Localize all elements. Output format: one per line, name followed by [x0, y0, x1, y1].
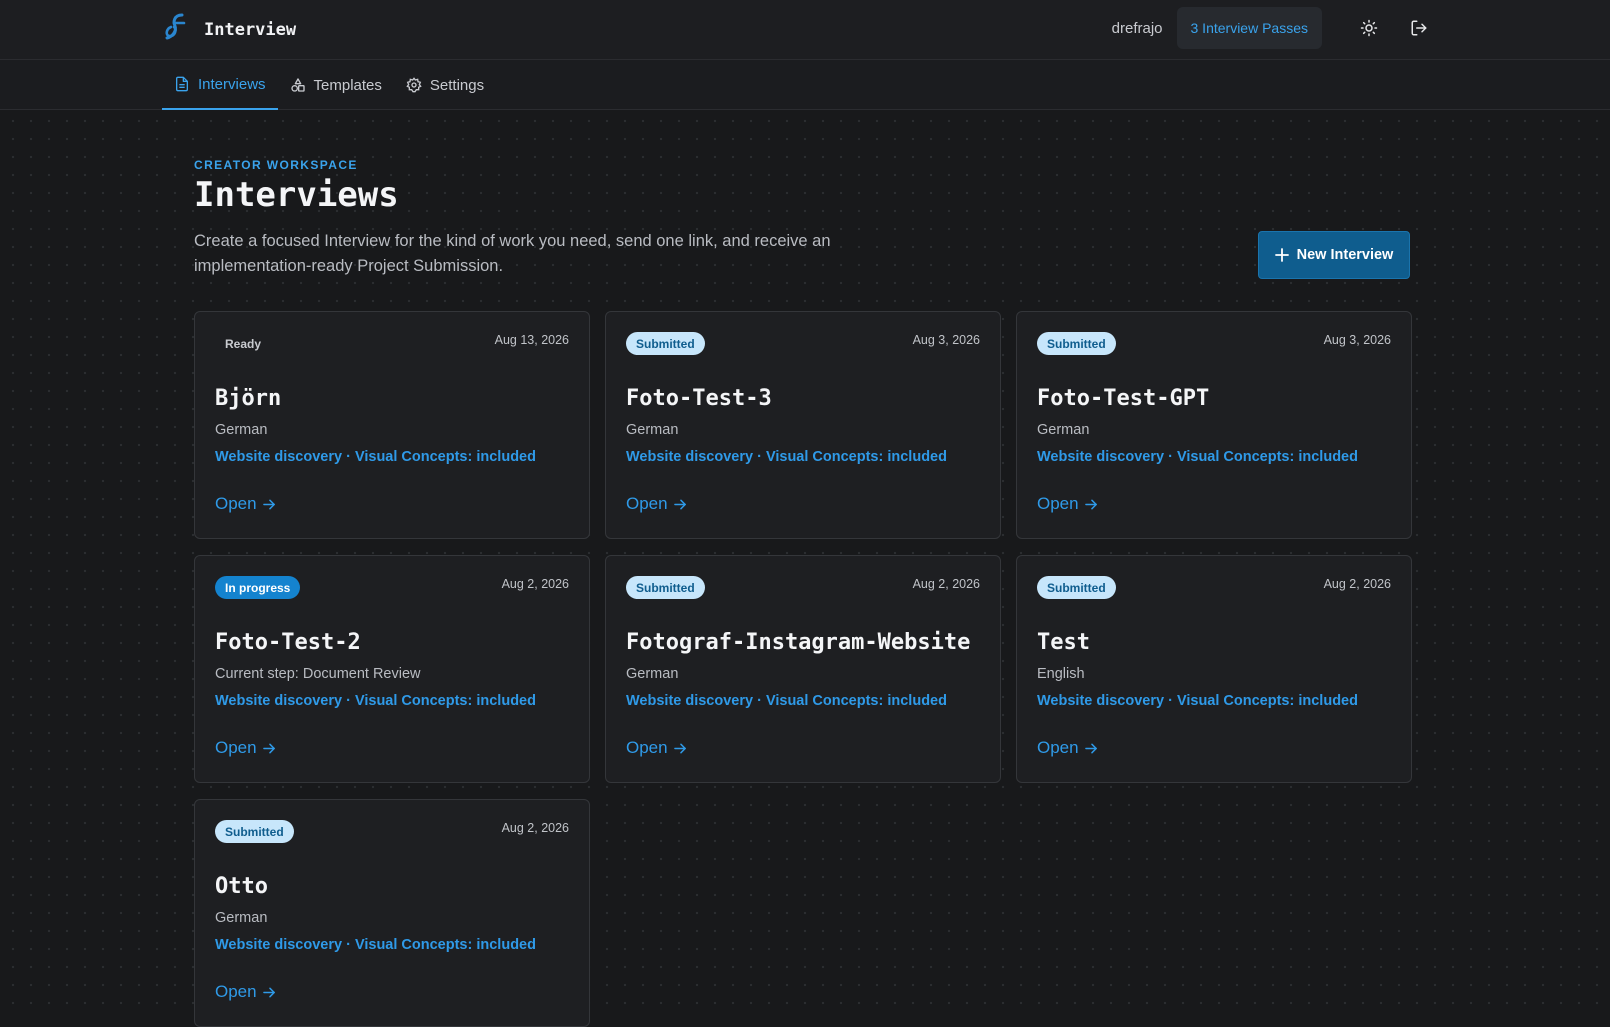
interview-card[interactable]: In progress Aug 2, 2026 Foto-Test-2 Curr… [194, 555, 590, 783]
interview-card[interactable]: Submitted Aug 2, 2026 Otto German Websit… [194, 799, 590, 1027]
open-link[interactable]: Open [626, 494, 687, 514]
username: drefrajo [1111, 19, 1163, 37]
card-meta: Website discovery · Visual Concepts: inc… [1037, 693, 1358, 709]
card-title: Foto-Test-3 [626, 386, 772, 411]
tab-label: Interviews [198, 75, 266, 93]
arrow-right-icon [673, 743, 686, 753]
page-title: Interviews [194, 175, 399, 215]
card-subtitle: Current step: Document Review [215, 666, 421, 682]
card-subtitle: German [626, 422, 679, 438]
open-link[interactable]: Open [1037, 738, 1098, 758]
theme-toggle-button[interactable] [1348, 7, 1390, 49]
tab-label: Settings [429, 76, 485, 94]
status-badge: In progress [215, 576, 301, 599]
gear-icon [406, 77, 422, 93]
card-subtitle: German [215, 910, 268, 926]
tab-settings[interactable]: Settings [394, 60, 496, 110]
status-badge: Submitted [1037, 332, 1116, 355]
brand[interactable]: Interview [162, 12, 296, 47]
open-label: Open [1037, 494, 1079, 513]
open-label: Open [215, 982, 257, 1001]
card-meta: Website discovery · Visual Concepts: inc… [626, 693, 947, 709]
sun-icon [1360, 19, 1378, 37]
interview-passes-badge[interactable]: 3 Interview Passes [1176, 7, 1322, 49]
interview-card[interactable]: Submitted Aug 3, 2026 Foto-Test-GPT Germ… [1016, 311, 1412, 539]
card-date: Aug 3, 2026 [1323, 333, 1391, 347]
interview-card[interactable]: Submitted Aug 2, 2026 Test English Websi… [1016, 555, 1412, 783]
open-label: Open [626, 494, 668, 513]
new-interview-label: New Interview [1296, 247, 1394, 263]
arrow-right-icon [1084, 499, 1097, 509]
card-date: Aug 2, 2026 [501, 577, 569, 591]
open-label: Open [1037, 738, 1079, 757]
arrow-right-icon [262, 499, 275, 509]
card-meta: Website discovery · Visual Concepts: inc… [626, 449, 947, 465]
status-badge: Submitted [1037, 576, 1116, 599]
arrow-right-icon [673, 499, 686, 509]
app-name: Interview [204, 19, 297, 40]
status-badge: Ready [225, 336, 262, 351]
open-label: Open [215, 494, 257, 513]
open-link[interactable]: Open [215, 738, 276, 758]
card-title: Test [1037, 630, 1090, 655]
interview-card[interactable]: Ready Aug 13, 2026 Björn German Website … [194, 311, 590, 539]
open-link[interactable]: Open [215, 494, 276, 514]
status-badge: Submitted [215, 820, 294, 843]
shapes-icon [290, 78, 305, 92]
card-title: Foto-Test-2 [215, 630, 361, 655]
tab-label: Templates [313, 76, 382, 94]
open-link[interactable]: Open [1037, 494, 1098, 514]
open-label: Open [626, 738, 668, 757]
top-bar: Interview drefrajo 3 Interview Passes [0, 0, 1610, 60]
card-subtitle: German [1037, 422, 1090, 438]
card-date: Aug 3, 2026 [912, 333, 980, 347]
card-date: Aug 2, 2026 [912, 577, 980, 591]
open-label: Open [215, 738, 257, 757]
card-meta: Website discovery · Visual Concepts: inc… [215, 693, 536, 709]
interview-card[interactable]: Submitted Aug 3, 2026 Foto-Test-3 German… [605, 311, 1001, 539]
arrow-right-icon [262, 743, 275, 753]
card-meta: Website discovery · Visual Concepts: inc… [215, 449, 536, 465]
card-subtitle: English [1037, 666, 1085, 682]
plus-icon [1274, 248, 1289, 262]
card-date: Aug 2, 2026 [501, 821, 569, 835]
card-subtitle: German [215, 422, 268, 438]
card-title: Björn [215, 386, 282, 411]
interview-card[interactable]: Submitted Aug 2, 2026 Fotograf-Instagram… [605, 555, 1001, 783]
card-subtitle: German [626, 666, 679, 682]
document-icon [176, 76, 188, 92]
status-badge: Submitted [626, 332, 705, 355]
arrow-right-icon [1084, 743, 1097, 753]
card-title: Fotograf-Instagram-Website [626, 630, 971, 655]
section-eyebrow: CREATOR WORKSPACE [194, 158, 358, 172]
logout-icon [1411, 20, 1427, 36]
card-title: Otto [215, 874, 268, 899]
page-description: Create a focused Interview for the kind … [194, 232, 831, 275]
tab-interviews[interactable]: Interviews [162, 60, 278, 110]
arrow-right-icon [262, 987, 275, 997]
logo-icon [162, 12, 192, 47]
card-meta: Website discovery · Visual Concepts: inc… [1037, 449, 1358, 465]
tab-templates[interactable]: Templates [278, 60, 394, 110]
card-title: Foto-Test-GPT [1037, 386, 1210, 411]
logout-button[interactable] [1398, 7, 1440, 49]
card-meta: Website discovery · Visual Concepts: inc… [215, 937, 536, 953]
new-interview-button[interactable]: New Interview [1258, 231, 1410, 279]
tab-bar: Interviews Templates Settings [0, 60, 1610, 110]
open-link[interactable]: Open [626, 738, 687, 758]
card-date: Aug 2, 2026 [1323, 577, 1391, 591]
open-link[interactable]: Open [215, 982, 276, 1002]
card-date: Aug 13, 2026 [494, 333, 569, 347]
status-badge: Submitted [626, 576, 705, 599]
